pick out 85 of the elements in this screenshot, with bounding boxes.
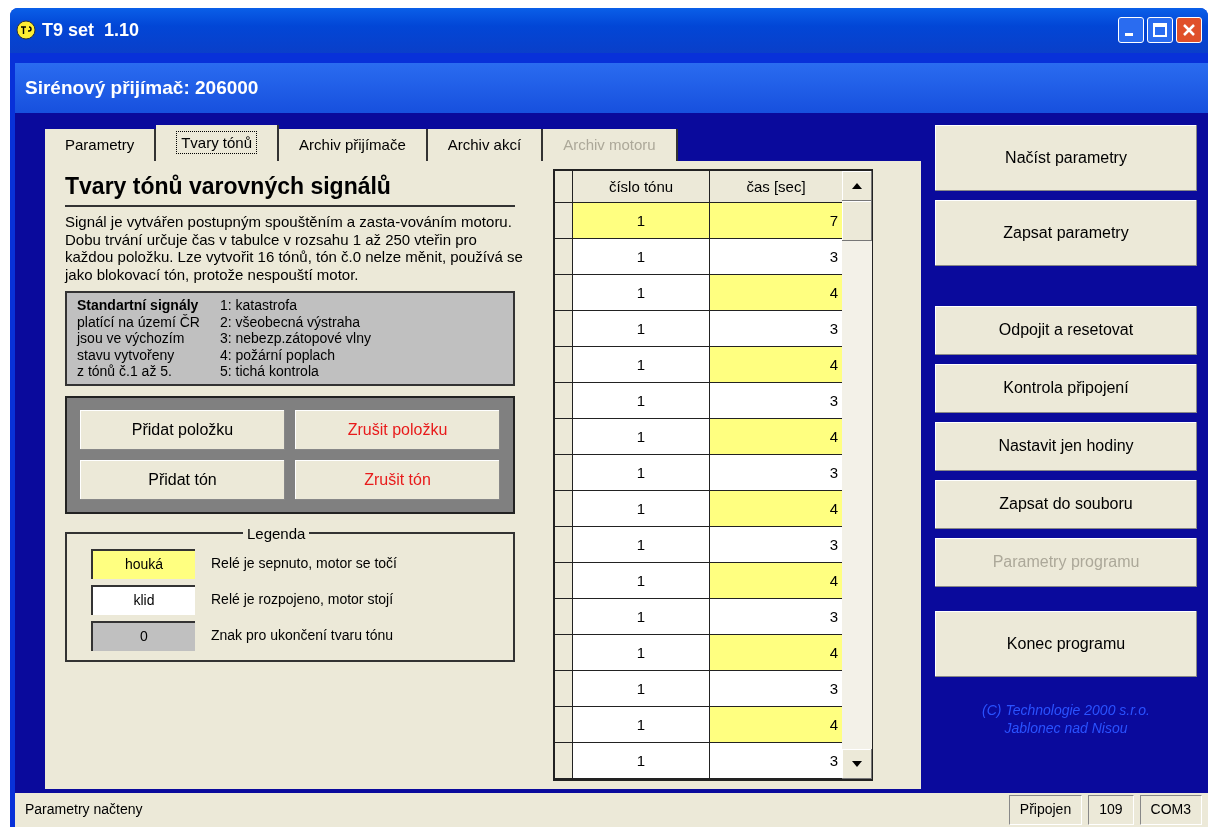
app-logo-icon — [16, 20, 36, 41]
scrollbar[interactable] — [842, 170, 872, 779]
scroll-thumb[interactable] — [842, 200, 872, 241]
table-cell: 1 — [573, 598, 710, 634]
scroll-down-button[interactable] — [842, 748, 872, 779]
table-cell: 1 — [573, 310, 710, 346]
side-button[interactable]: Zapsat parametry — [935, 199, 1197, 266]
side-button[interactable]: Kontrola připojení — [935, 363, 1197, 413]
table-cell: 1 — [573, 454, 710, 490]
table-cell: 3 — [710, 310, 842, 346]
table-cell: 1 — [573, 706, 710, 742]
info-line: jsou ve výchozím — [77, 330, 186, 347]
legend-text: Relé je rozpojeno, motor stojí — [211, 590, 394, 610]
signal-item: 5: tichá kontrola — [219, 363, 320, 380]
maximize-button[interactable] — [1147, 17, 1173, 44]
table-cell: 1 — [573, 202, 710, 238]
close-icon — [1182, 23, 1196, 38]
table-cell: 4 — [710, 634, 842, 670]
side-button[interactable]: Načíst parametry — [935, 124, 1197, 191]
add-button[interactable]: Přidat položku — [80, 409, 285, 450]
table-cell: 4 — [710, 562, 842, 598]
signal-item: 2: všeobecná výstraha — [219, 313, 362, 331]
delete-button[interactable]: Zrušit tón — [295, 459, 500, 500]
section-heading: Tvary tónů varovných signálů — [65, 168, 515, 208]
table-cell: 3 — [710, 742, 842, 778]
table-cell: 1 — [573, 562, 710, 598]
legend-sample: 0 — [91, 620, 195, 651]
tab[interactable]: Parametry — [45, 128, 157, 161]
status-panel: COM3 — [1139, 795, 1202, 825]
info-line: platící na území ČR — [77, 313, 200, 331]
close-button[interactable] — [1176, 17, 1202, 44]
legend-sample: houká — [91, 548, 195, 579]
table-cell: 1 — [573, 418, 710, 454]
table-cell: 7 — [710, 202, 842, 238]
table-cell: 1 — [573, 346, 710, 382]
info-line: stavu vytvořeny — [77, 346, 176, 364]
legend-sample: klid — [91, 584, 195, 615]
tab[interactable]: Archiv akcí — [427, 128, 544, 161]
tab[interactable]: Tvary tónů — [156, 124, 280, 161]
table-cell: 1 — [573, 742, 710, 778]
description-text: Signál je vytvářen postupným spouštěním a zasta-vováním motoru. Dobu trvání určuje čas v tabulce v rozsahu 1 až 250 vteřin pro každou položku. Lze vytvořit 16 tónů, tón č.0 nelze měnit, používá se jako blokovací tón, protože nespouští motor. — [65, 213, 524, 284]
minimize-icon — [1125, 32, 1133, 36]
up-arrow-icon — [852, 182, 862, 189]
table-cell: 4 — [710, 490, 842, 526]
info-line: z tónů č.1 až 5. — [77, 363, 173, 380]
side-button[interactable]: Konec programu — [935, 610, 1197, 677]
table-cell: 4 — [710, 346, 842, 382]
legend-text: Relé je sepnuto, motor se točí — [211, 554, 397, 574]
tab[interactable]: Archiv přijímače — [279, 128, 428, 161]
table-cell: 4 — [710, 418, 842, 454]
table-cell: 1 — [573, 634, 710, 670]
delete-button[interactable]: Zrušit položku — [295, 409, 500, 450]
status-panel: Připojen — [1008, 795, 1083, 825]
side-button[interactable]: Zapsat do souboru — [935, 479, 1197, 529]
table-cell: 3 — [710, 238, 842, 274]
signal-item: 4: požární poplach — [219, 346, 337, 364]
side-button[interactable]: Odpojit a resetovat — [935, 305, 1197, 355]
status-panel: 109 — [1088, 795, 1134, 825]
table-cell: 1 — [573, 526, 710, 562]
table-cell: 3 — [710, 526, 842, 562]
window-title: T9 set 1.10 — [42, 18, 140, 42]
signal-item: 3: nebezp.zátopové vlny — [219, 330, 371, 347]
table-cell: 1 — [573, 670, 710, 706]
signal-item: 1: katastrofa — [219, 297, 298, 314]
down-arrow-icon — [852, 760, 862, 767]
table-cell: 1 — [573, 490, 710, 526]
legend-text: Znak pro ukončení tvaru tónu — [211, 626, 394, 646]
table-cell: 1 — [573, 274, 710, 310]
table-cell: 1 — [573, 238, 710, 274]
scroll-up-button[interactable] — [842, 170, 872, 201]
standard-signals-title: Standartní signály — [77, 297, 200, 314]
minimize-button[interactable] — [1118, 17, 1144, 44]
status-message: Parametry načteny — [25, 800, 143, 820]
maximize-icon — [1153, 23, 1167, 38]
table-cell: 3 — [710, 598, 842, 634]
table-cell: 4 — [710, 274, 842, 310]
table-cell: 3 — [710, 382, 842, 418]
table-cell: 3 — [710, 454, 842, 490]
device-heading: Sirénový přijímač: 206000 — [25, 75, 259, 100]
add-button[interactable]: Přidat tón — [80, 459, 285, 500]
side-button[interactable]: Nastavit jen hodiny — [935, 421, 1197, 471]
table-cell: 1 — [573, 382, 710, 418]
copyright-text: (C) Technologie 2000 s.r.o. Jablonec nad Nisou — [981, 700, 1151, 737]
table-cell: 3 — [710, 670, 842, 706]
table-cell: 4 — [710, 706, 842, 742]
